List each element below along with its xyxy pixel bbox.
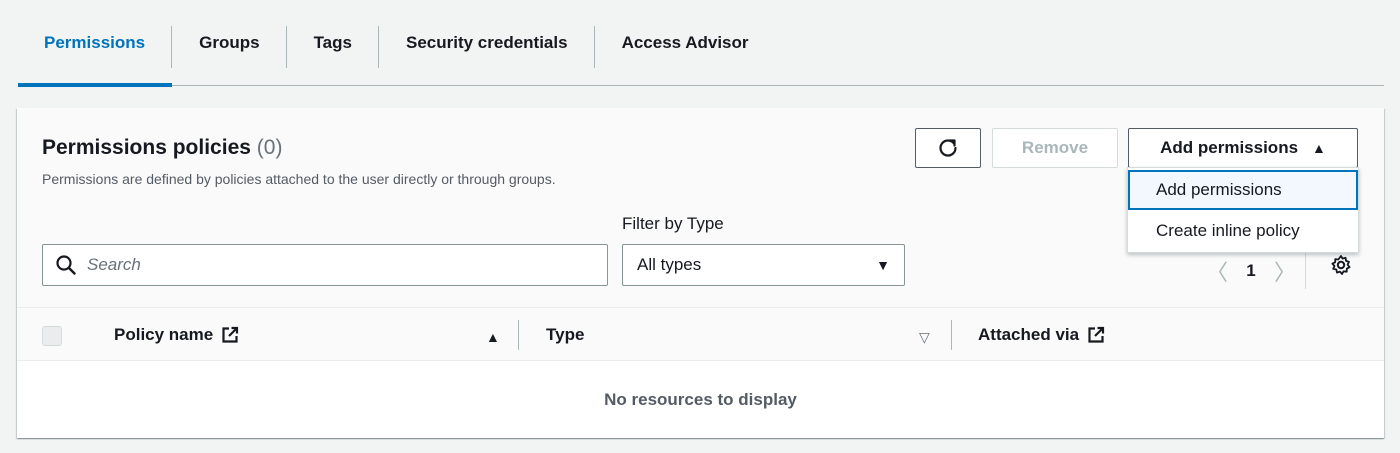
pagination-separator <box>1305 253 1306 289</box>
search-icon <box>56 255 76 275</box>
search-box[interactable] <box>42 244 608 286</box>
permissions-policies-panel: Permissions policies (0) Permissions are… <box>17 108 1384 438</box>
gear-icon[interactable] <box>1330 254 1352 276</box>
tab-label: Groups <box>199 33 260 52</box>
column-type[interactable]: Type <box>546 308 584 361</box>
tab-security-credentials[interactable]: Security credentials <box>379 0 595 86</box>
sort-ascending-icon[interactable]: ▲ <box>486 329 500 345</box>
filter-by-type-label: Filter by Type <box>622 214 724 233</box>
tab-permissions[interactable]: Permissions <box>18 0 173 87</box>
current-page[interactable]: 1 <box>1229 261 1273 281</box>
menu-item-create-inline-policy[interactable]: Create inline policy <box>1128 211 1358 251</box>
add-permissions-button[interactable]: Add permissions ▲ <box>1128 128 1358 168</box>
remove-button[interactable]: Remove <box>992 128 1118 168</box>
tab-label: Tags <box>313 33 352 52</box>
next-page-icon[interactable]: 〉 <box>1273 255 1297 287</box>
tab-label: Security credentials <box>405 33 568 52</box>
tab-active-underline <box>18 83 173 87</box>
menu-item-add-permissions[interactable]: Add permissions <box>1128 170 1358 210</box>
column-label: Policy name <box>114 324 214 344</box>
pagination: 〈 1 〉 <box>1205 253 1306 289</box>
panel-title-text: Permissions policies <box>42 136 251 159</box>
tab-groups[interactable]: Groups <box>172 0 287 86</box>
add-permissions-label: Add permissions <box>1160 138 1299 157</box>
caret-down-icon: ▼ <box>876 257 890 273</box>
tab-label: Permissions <box>44 33 146 52</box>
external-link-icon <box>222 326 239 343</box>
column-label: Attached via <box>978 324 1080 344</box>
add-permissions-menu: Add permissions Create inline policy <box>1127 167 1359 253</box>
policy-count: (0) <box>256 136 283 159</box>
empty-state-message: No resources to display <box>604 389 797 409</box>
column-attached-via[interactable]: Attached via <box>978 308 1105 361</box>
column-separator <box>951 320 952 350</box>
select-all-checkbox[interactable] <box>42 326 62 346</box>
panel-title: Permissions policies (0) <box>42 136 282 160</box>
refresh-button[interactable] <box>915 128 981 168</box>
refresh-icon <box>939 139 957 157</box>
tab-label: Access Advisor <box>621 33 749 52</box>
tab-access-advisor[interactable]: Access Advisor <box>595 0 776 86</box>
tab-bar: Permissions Groups Tags Security credent… <box>18 0 1384 87</box>
type-filter-value: All types <box>637 255 702 274</box>
tab-tags[interactable]: Tags <box>287 0 379 86</box>
sort-descending-icon[interactable]: ▽ <box>919 329 930 346</box>
iam-user-permissions-page: Permissions Groups Tags Security credent… <box>0 0 1400 453</box>
column-separator <box>518 320 519 350</box>
column-label: Type <box>546 324 585 344</box>
type-filter-select[interactable]: All types ▼ <box>622 244 905 286</box>
panel-description: Permissions are defined by policies atta… <box>42 171 556 187</box>
previous-page-icon[interactable]: 〈 <box>1205 255 1229 287</box>
external-link-icon <box>1088 326 1105 343</box>
column-policy-name[interactable]: Policy name <box>114 308 239 361</box>
caret-up-icon: ▲ <box>1312 140 1326 156</box>
search-input[interactable] <box>87 255 567 275</box>
